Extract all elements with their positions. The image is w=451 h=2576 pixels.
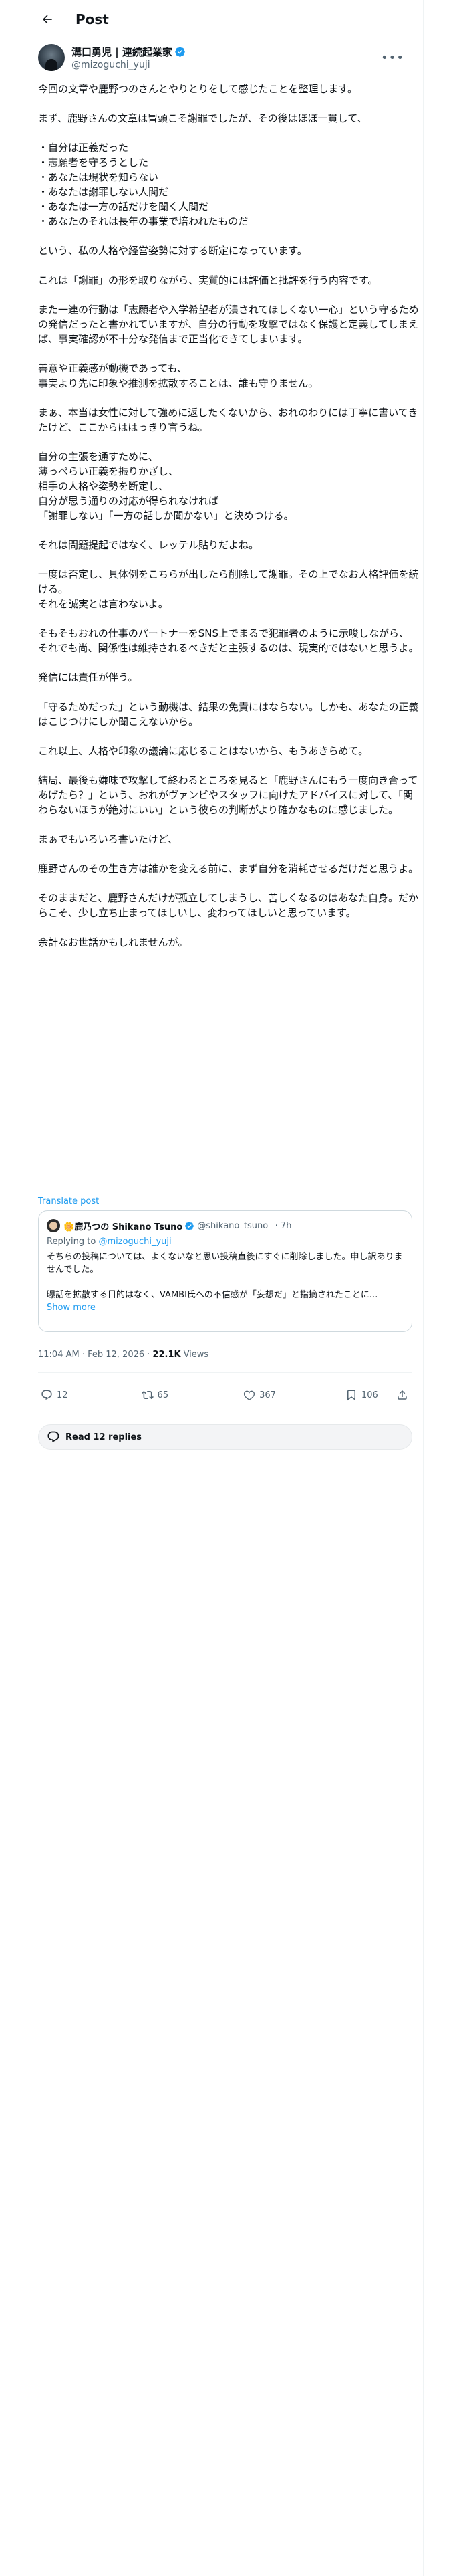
post-paragraph: そもそもおれの仕事のパートナーをSNS上でまるで犯罪者のように示唆しながら、 そ…: [38, 627, 419, 654]
quoted-reply-context: Replying to @mizoguchi_yuji: [47, 1237, 172, 1247]
post-paragraph: ・自分は正義だった ・志願者を守ろうとした ・あなたは現状を知らない ・あなたは…: [38, 142, 249, 227]
post-paragraph: 結局、最後も嫌味で攻撃して終わるところを見ると「鹿野さんにもう一度向き合ってあげ…: [38, 774, 418, 816]
read-replies-label: Read 12 replies: [65, 1432, 142, 1442]
post-paragraph: 余計なお世話かもしれませんが。: [38, 936, 188, 948]
post-timestamp[interactable]: 11:04 AM · Feb 12, 2026 ·: [38, 1350, 150, 1360]
more-options-icon[interactable]: •••: [381, 51, 404, 65]
post-paragraph: 善意や正義感が動機であっても、 事実より先に印象や推測を拡散することは、誰も守り…: [38, 362, 319, 389]
author-handle[interactable]: @mizoguchi_yuji: [71, 60, 186, 70]
like-count: 367: [259, 1390, 276, 1400]
post-paragraph: これは「謝罪」の形を取りながら、実質的には評価と批評を行う内容です。: [38, 274, 378, 286]
quoted-handle: @shikano_tsuno_: [197, 1220, 273, 1231]
avatar[interactable]: [38, 44, 65, 71]
quoted-text: そちらの投稿については、よくないなと思い投稿直後にすぐに削除しました。申し訳あり…: [47, 1251, 404, 1301]
repost-icon: [141, 1390, 154, 1400]
post-text: 今回の文章や鹿野つのさんとやりとりをして感じたことを整理します。 まず、鹿野さんの…: [38, 82, 419, 964]
views-count: 22.1K: [152, 1350, 181, 1360]
quoted-text-line: 曝話を拡散する目的はなく、VAMBI氏への不信感が「妄想だ」と指摘されたことに.…: [47, 1290, 378, 1300]
right-border: [423, 0, 424, 2576]
post-paragraph: 発信には責任が伴う。: [38, 671, 138, 683]
top-bar: Post: [27, 0, 423, 39]
quoted-reply-handle[interactable]: @mizoguchi_yuji: [98, 1237, 171, 1247]
quoted-post[interactable]: 🌼鹿乃つの Shikano Tsuno @shikano_tsuno_ · 7h…: [38, 1210, 412, 1332]
share-icon: [398, 1390, 407, 1400]
post-paragraph: 鹿野さんのその生き方は誰かを変える前に、まず自分を消耗させるだけだと思うよ。: [38, 863, 419, 875]
post-paragraph: それは問題提起ではなく、レッテル貼りだよね。: [38, 539, 259, 551]
repost-count: 65: [157, 1390, 169, 1400]
quoted-text-line: そちらの投稿については、よくないなと思い投稿直後にすぐに削除しました。申し訳あり…: [47, 1252, 403, 1275]
post-paragraph: そのままだと、鹿野さんだけが孤立してしまうし、苦しくなるのはあなた自身。だからこ…: [38, 892, 418, 919]
page-title: Post: [76, 11, 109, 27]
verified-badge-icon: [175, 47, 185, 57]
post-paragraph: 自分の主張を通すために、 薄っぺらい正義を振りかざし、 相手の人格や姿勢を断定し…: [38, 451, 294, 522]
like-button[interactable]: 367: [243, 1389, 276, 1401]
back-arrow-icon: [43, 15, 52, 24]
quoted-time: · 7h: [275, 1220, 292, 1231]
post-author: 溝口勇児 | 連続起業家 @mizoguchi_yuji •••: [38, 41, 423, 74]
chat-bubble-icon: [47, 1431, 59, 1442]
translate-post-link[interactable]: Translate post: [38, 1196, 99, 1206]
quoted-verified-badge-icon: [185, 1221, 194, 1230]
post-page: Post 溝口勇児 | 連続起業家 @mizoguchi_yuji ••• 今回…: [0, 0, 451, 2576]
share-button[interactable]: [396, 1389, 408, 1401]
post-paragraph: まぁ、本当は女性に対して強めに返したくないから、おれのわりには丁寧に書いてきたけ…: [38, 407, 418, 433]
reply-icon: [41, 1390, 52, 1400]
post-paragraph: また一連の行動は「志願者や入学希望者が潰されてほしくない一心」という守るための発…: [38, 304, 419, 345]
heart-icon: [244, 1390, 255, 1400]
divider: [38, 1372, 412, 1373]
action-bar: 12 65 367 106: [38, 1386, 423, 1404]
back-button[interactable]: [34, 6, 61, 33]
quoted-author-name: 🌼鹿乃つの Shikano Tsuno: [63, 1222, 183, 1232]
bookmark-button[interactable]: 106: [345, 1389, 378, 1401]
repost-button[interactable]: 65: [141, 1389, 169, 1401]
post-paragraph: という、私の人格や経営姿勢に対する断定になっています。: [38, 245, 307, 257]
show-more-link[interactable]: Show more: [47, 1303, 404, 1313]
reply-button[interactable]: 12: [41, 1389, 68, 1401]
reply-count: 12: [57, 1390, 68, 1400]
post-paragraph: まぁでもいろいろ書いたけど、: [38, 833, 178, 845]
post-paragraph: これ以上、人格や印象の議論に応じることはないから、もうあきらめて。: [38, 745, 369, 757]
bookmark-count: 106: [361, 1390, 378, 1400]
post-paragraph: 一度は否定し、具体例をこちらが出したら削除して謝罪。その上でなお人格評価を続ける…: [38, 568, 419, 610]
post-paragraph: 「守るためだった」という動機は、結果の免責にはならない。しかも、あなたの正義はこ…: [38, 701, 419, 728]
post-meta: 11:04 AM · Feb 12, 2026 · 22.1K Views: [38, 1350, 208, 1360]
author-name[interactable]: 溝口勇児 | 連続起業家: [71, 45, 172, 59]
quoted-avatar: [47, 1219, 60, 1232]
views-label: Views: [183, 1350, 209, 1360]
bookmark-icon: [347, 1390, 355, 1401]
read-replies-button[interactable]: Read 12 replies: [38, 1424, 412, 1450]
post-paragraph: まず、鹿野さんの文章は冒頭こそ謝罪でしたが、その後はほぼ一貫して、: [38, 112, 367, 124]
post-paragraph: 今回の文章や鹿野つのさんとやりとりをして感じたことを整理します。: [38, 83, 358, 95]
